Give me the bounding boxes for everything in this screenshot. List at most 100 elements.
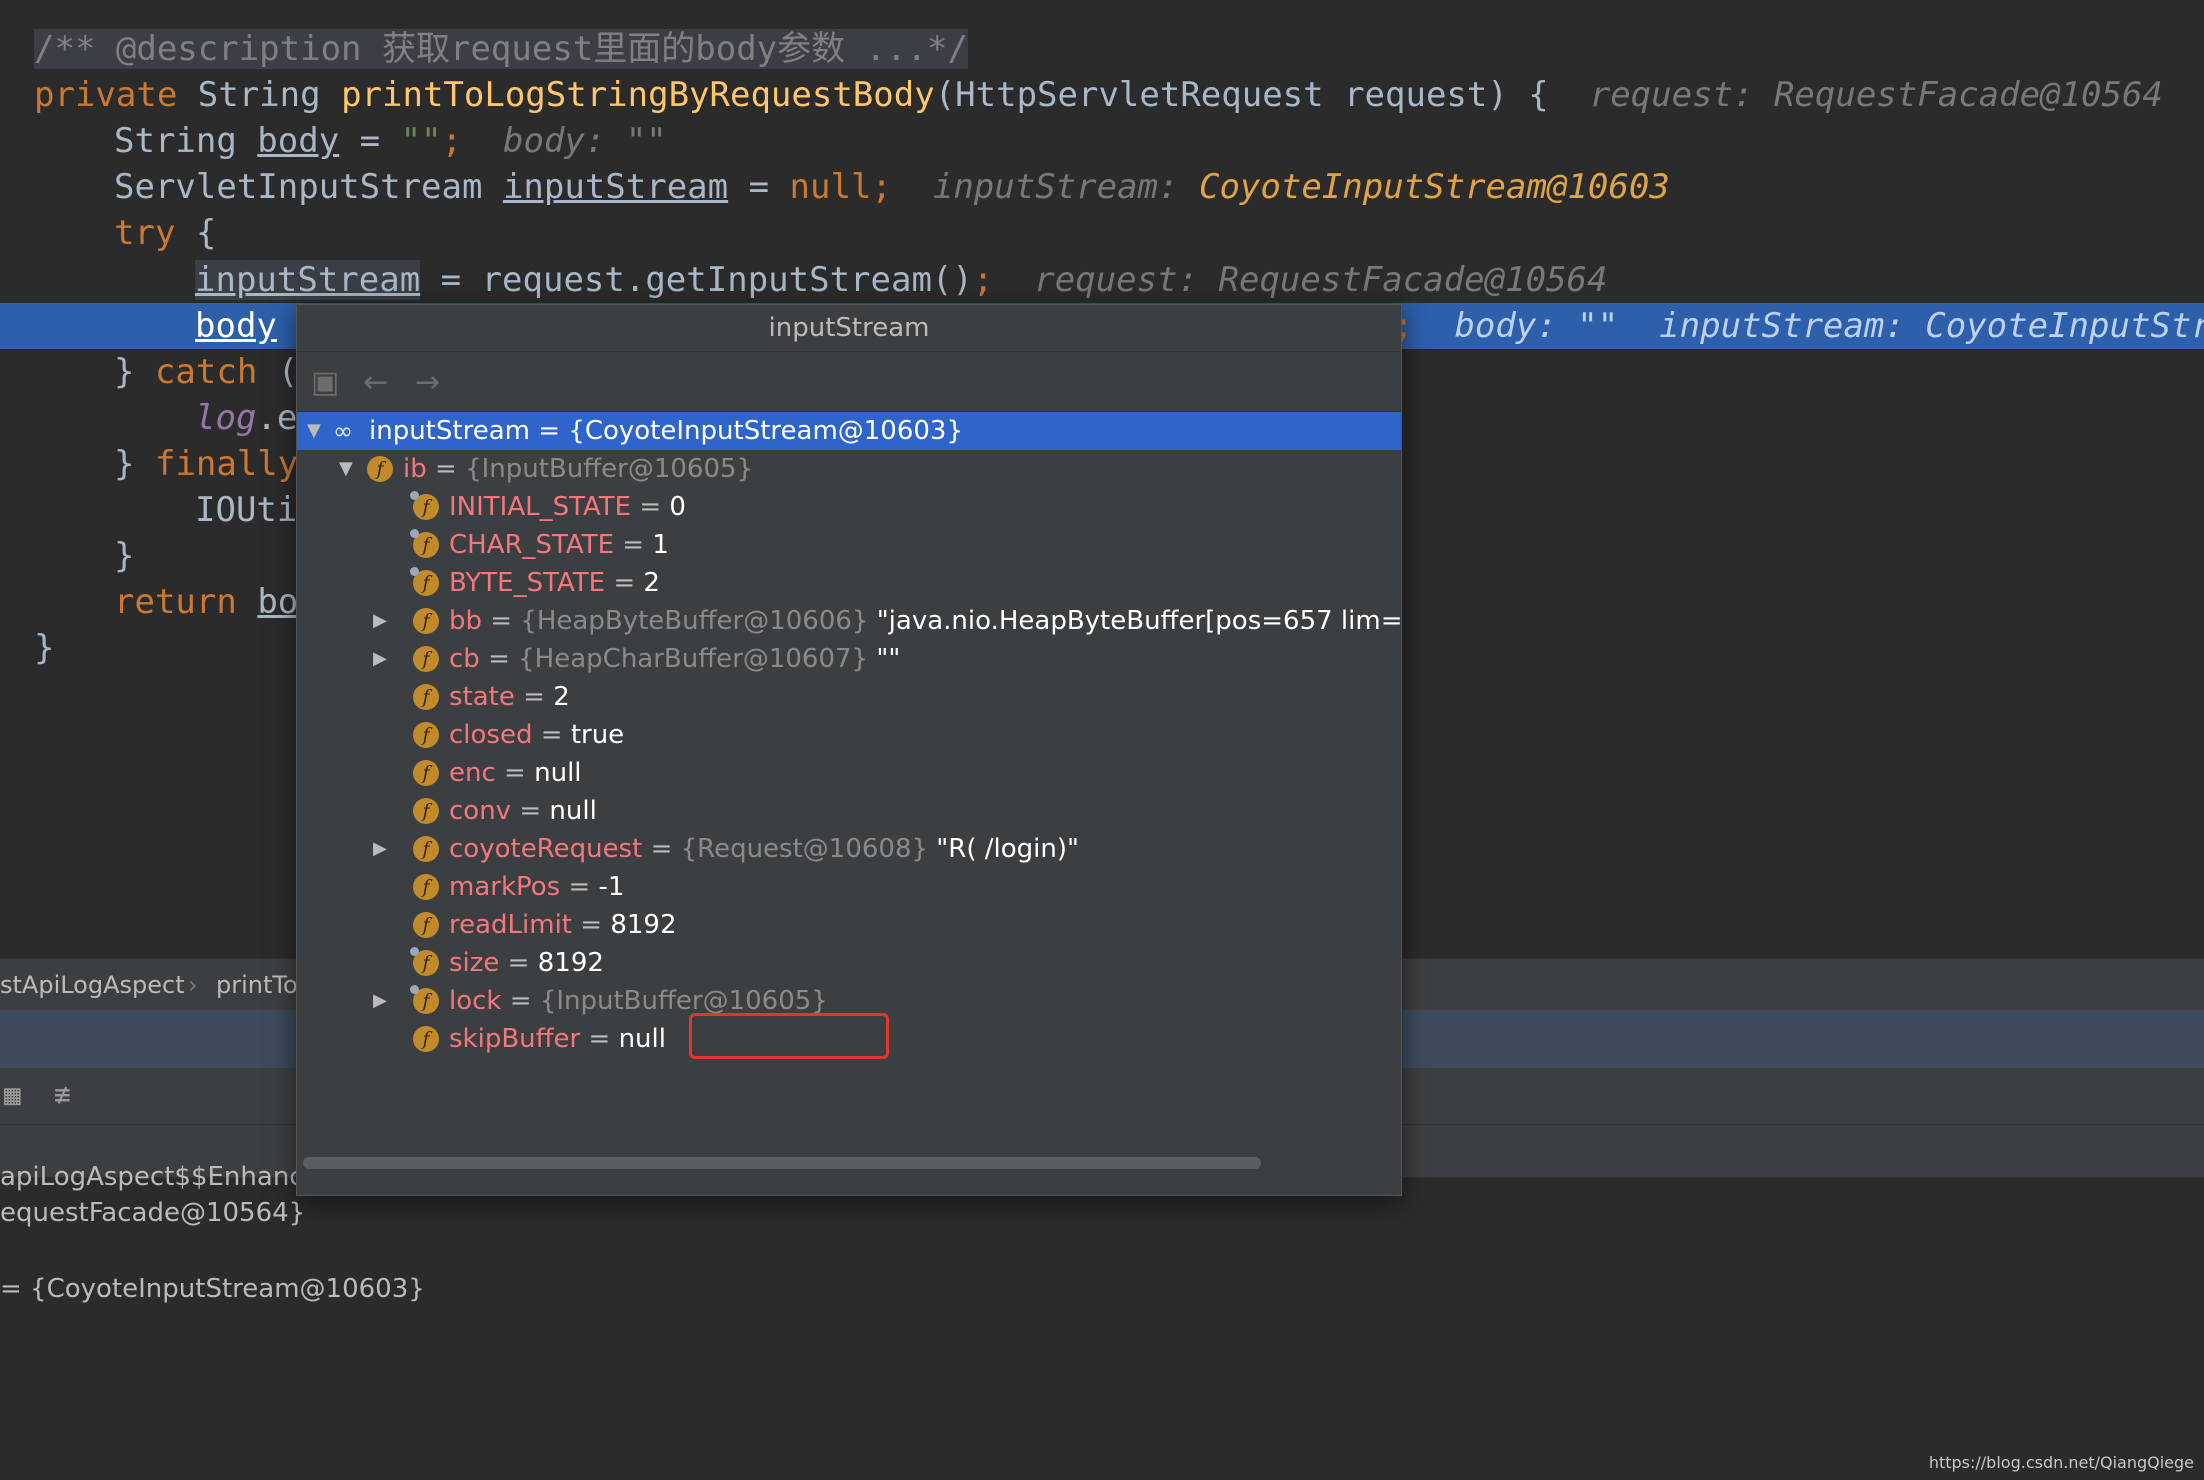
code-line-5: try {: [114, 213, 217, 253]
variable-inspector-popup[interactable]: inputStream ▣ ← → ▼ ∞ inputStream = {Coyot…: [296, 304, 1402, 1196]
code-line-7-hints: ; body: "" inputStream: CoyoteInputStre: [1393, 303, 2204, 349]
code-line-9: log.e: [195, 398, 298, 438]
field-name: lock: [449, 986, 502, 1016]
field-value: "java.nio.HeapByteBuffer[pos=657 lim=657…: [876, 606, 1402, 636]
code-line-8: } catch (: [114, 352, 299, 392]
field-icon: f: [413, 1026, 439, 1052]
equals-sign: =: [499, 948, 538, 978]
horizontal-scrollbar[interactable]: [297, 1151, 1401, 1173]
breadcrumb-class[interactable]: stApiLogAspect: [0, 959, 185, 1011]
field-name: markPos: [449, 872, 561, 902]
inline-debug-value: request: RequestFacade@10564: [1034, 260, 1608, 300]
field-name: skipBuffer: [449, 1024, 581, 1054]
tree-row-inputStream[interactable]: ▼ ∞ inputStream = {CoyoteInputStream@10603…: [297, 412, 1401, 450]
javadoc-comment[interactable]: /** @description 获取request里面的body参数 ...*…: [34, 29, 968, 69]
code-line-13: return bo: [114, 582, 299, 622]
field-icon: f: [413, 912, 439, 938]
back-arrow-icon[interactable]: ←: [363, 365, 388, 400]
tree-row-BYTE_STATE[interactable]: f BYTE_STATE = 2: [297, 564, 1401, 602]
variable-body[interactable]: body: [195, 306, 277, 346]
field-name: conv: [449, 796, 512, 826]
equals-sign: =: [479, 644, 519, 674]
field-name: state: [449, 682, 515, 712]
code-line-6: inputStream = request.getInputStream(); …: [195, 260, 1608, 300]
tree-row-coyoteRequest[interactable]: ▶ f coyoteRequest = {Request@10608} "R( /l…: [297, 830, 1401, 868]
tree-row-CHAR_STATE[interactable]: f CHAR_STATE = 1: [297, 526, 1401, 564]
field-type: {Request@10608}: [680, 834, 929, 864]
collapse-arrow-icon[interactable]: ▶: [373, 830, 387, 868]
method-name[interactable]: printToLogStringByRequestBody: [341, 75, 935, 115]
tree-row-bb[interactable]: ▶ f bb = {HeapByteBuffer@10606} "java.nio.…: [297, 602, 1401, 640]
expand-arrow-icon[interactable]: ▼: [339, 450, 353, 488]
field-name: cb: [449, 644, 480, 674]
equals-sign: =: [514, 682, 554, 712]
field-icon: f: [413, 722, 439, 748]
equals-sign: =: [529, 416, 569, 446]
tree-row-conv[interactable]: f conv = null: [297, 792, 1401, 830]
variable-inputStream[interactable]: inputStream: [195, 260, 421, 300]
closed-field-highlight-box: [689, 1013, 889, 1059]
tree-row-size[interactable]: f size = 8192: [297, 944, 1401, 982]
popup-title: inputStream: [297, 305, 1401, 352]
field-icon: f: [413, 798, 439, 824]
field-name: bb: [449, 606, 483, 636]
equals-sign: =: [501, 986, 540, 1016]
tree-row-cb[interactable]: ▶ f cb = {HeapCharBuffer@10607} "": [297, 640, 1401, 678]
code-line-14: }: [34, 628, 55, 668]
field-name: ib: [403, 454, 427, 484]
table-view-icon[interactable]: ▦: [4, 1078, 21, 1111]
field-name: INITIAL_STATE: [449, 492, 632, 522]
field-value: null: [534, 758, 582, 788]
tree-row-closed[interactable]: f closed = true: [297, 716, 1401, 754]
field-name: BYTE_STATE: [449, 568, 606, 598]
breadcrumb-method[interactable]: printTo: [216, 959, 298, 1011]
equals-sign: =: [642, 834, 681, 864]
tree-row-readLimit[interactable]: f readLimit = 8192: [297, 906, 1401, 944]
field-type: {InputBuffer@10605}: [539, 986, 828, 1016]
equals-sign: =: [580, 1024, 619, 1054]
variables-panel: apiLogAspect$$EnhancerBySpringCGLIB$$d4a…: [0, 1162, 2204, 1480]
equals-sign: =: [495, 758, 535, 788]
restore-layout-icon[interactable]: ≢: [54, 1078, 71, 1111]
field-name: size: [449, 948, 500, 978]
collapse-arrow-icon[interactable]: ▶: [373, 602, 387, 640]
variable-body[interactable]: bo: [257, 582, 298, 622]
field-icon: f: [367, 456, 393, 482]
field-value: true: [570, 720, 625, 750]
field-name: CHAR_STATE: [449, 530, 615, 560]
variable-body[interactable]: body: [257, 121, 339, 161]
field-value: null: [549, 796, 597, 826]
field-value: -1: [598, 872, 625, 902]
scrollbar-thumb[interactable]: [303, 1157, 1261, 1169]
code-line-12: }: [114, 536, 135, 576]
tree-row-ib[interactable]: ▼ f ib = {InputBuffer@10605}: [297, 450, 1401, 488]
variable-inputStream[interactable]: inputStream: [503, 167, 728, 207]
popup-toolbar: ▣ ← →: [297, 351, 1401, 411]
forward-arrow-icon[interactable]: →: [415, 365, 440, 400]
field-icon: f: [413, 836, 439, 862]
tree-row-state[interactable]: f state = 2: [297, 678, 1401, 716]
field-icon: f: [410, 985, 439, 1014]
field-name: closed: [449, 720, 533, 750]
field-value: 1: [652, 530, 669, 560]
tree-row-INITIAL_STATE[interactable]: f INITIAL_STATE = 0: [297, 488, 1401, 526]
variable-request[interactable]: equestFacade@10564}: [0, 1198, 305, 1228]
field-name: inputStream: [369, 416, 530, 446]
field-name: readLimit: [449, 910, 573, 940]
inline-debug-value: request: RequestFacade@10564: [1589, 75, 2163, 115]
equals-sign: =: [426, 454, 466, 484]
tree-row-markPos[interactable]: f markPos = -1: [297, 868, 1401, 906]
variable-inputStream[interactable]: = {CoyoteInputStream@10603}: [0, 1274, 425, 1304]
field-value: null: [618, 1024, 666, 1054]
inline-debug-value: inputStream: CoyoteInputStre: [1659, 306, 2204, 346]
field-name: enc: [449, 758, 496, 788]
expand-arrow-icon[interactable]: ▼: [307, 412, 321, 450]
tree-row-enc[interactable]: f enc = null: [297, 754, 1401, 792]
field-value: 8192: [537, 948, 604, 978]
collapse-arrow-icon[interactable]: ▶: [373, 640, 387, 678]
field-icon: f: [410, 567, 439, 596]
code-line-3: String body = ""; body: "": [114, 121, 667, 161]
folder-icon[interactable]: ▣: [311, 365, 339, 400]
collapse-arrow-icon[interactable]: ▶: [373, 982, 387, 1020]
field-icon: f: [413, 608, 439, 634]
